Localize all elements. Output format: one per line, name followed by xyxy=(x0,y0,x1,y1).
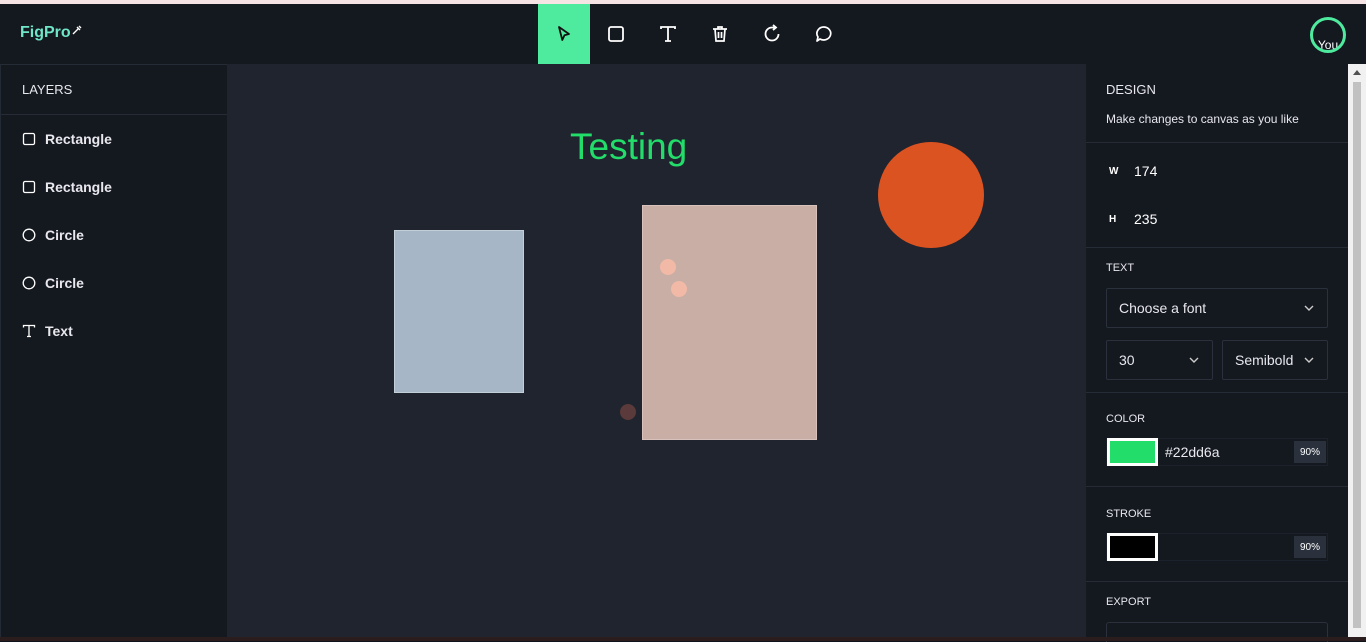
design-canvas[interactable]: Testing xyxy=(227,64,1086,637)
design-title: DESIGN xyxy=(1106,82,1156,97)
width-field[interactable]: W 174 xyxy=(1106,147,1328,195)
font-family-select[interactable]: Choose a font xyxy=(1106,288,1328,328)
stroke-color-field[interactable]: 90% xyxy=(1106,533,1328,561)
chevron-down-icon xyxy=(1304,305,1314,311)
font-family-value: Choose a font xyxy=(1119,300,1207,316)
app-logo[interactable]: FigPro xyxy=(20,24,82,42)
text-section-label: TEXT xyxy=(1106,262,1135,274)
canvas-circle[interactable] xyxy=(878,142,984,248)
stroke-opacity[interactable]: 90% xyxy=(1294,536,1326,558)
smile-emoji-icon xyxy=(620,404,636,420)
scrollbar-thumb[interactable] xyxy=(1353,82,1361,628)
navbar: FigPro You xyxy=(0,4,1366,64)
height-label: H xyxy=(1109,213,1117,225)
circle-icon xyxy=(22,276,36,290)
chevron-down-icon xyxy=(1304,357,1314,363)
fill-opacity[interactable]: 90% xyxy=(1294,441,1326,463)
dimensions-section: W 174 H 235 xyxy=(1086,143,1348,248)
app-logo-text: FigPro xyxy=(20,24,71,41)
pen-nib-icon xyxy=(72,25,82,35)
stroke-section: STROKE 90% xyxy=(1086,487,1348,582)
browser-bottom-strip xyxy=(0,637,1366,641)
layer-item-rectangle[interactable]: Rectangle xyxy=(1,115,227,163)
design-panel: DESIGN Make changes to canvas as you lik… xyxy=(1086,64,1348,642)
chevron-down-icon xyxy=(1189,357,1199,363)
layer-label: Rectangle xyxy=(45,131,112,147)
canvas-rectangle-2[interactable] xyxy=(642,205,817,440)
height-input[interactable]: 235 xyxy=(1134,211,1157,227)
height-field[interactable]: H 235 xyxy=(1106,195,1328,243)
scrollbar[interactable] xyxy=(1348,64,1366,637)
font-weight-select[interactable]: Semibold xyxy=(1222,340,1328,380)
fill-color-field[interactable]: #22dd6a 90% xyxy=(1106,438,1328,466)
heart-eyes-emoji-icon xyxy=(671,281,687,297)
layers-title: LAYERS xyxy=(1,64,227,115)
square-icon xyxy=(22,132,36,146)
layer-item-rectangle[interactable]: Rectangle xyxy=(1,163,227,211)
color-section-label: COLOR xyxy=(1106,413,1146,425)
text-icon xyxy=(660,26,676,42)
heart-eyes-emoji-icon xyxy=(660,259,676,275)
stroke-section-label: STROKE xyxy=(1106,508,1152,520)
export-section-label: EXPORT xyxy=(1106,596,1152,608)
comment-icon xyxy=(816,26,832,42)
cursor-icon xyxy=(558,26,570,41)
design-subtitle: Make changes to canvas as you like xyxy=(1106,112,1299,126)
layer-item-text[interactable]: Text xyxy=(1,307,227,355)
rectangle-tool-button[interactable] xyxy=(590,4,642,64)
text-icon xyxy=(22,324,36,338)
design-header: DESIGN Make changes to canvas as you lik… xyxy=(1086,64,1348,143)
scroll-up-arrow-icon[interactable] xyxy=(1353,70,1361,75)
text-section: TEXT Choose a font 30 Semibold xyxy=(1086,248,1348,393)
layer-item-circle[interactable]: Circle xyxy=(1,211,227,259)
select-tool-button[interactable] xyxy=(538,4,590,64)
width-input[interactable]: 174 xyxy=(1134,163,1157,179)
avatar-label: You xyxy=(1317,38,1339,52)
trash-icon xyxy=(713,26,727,42)
circle-icon xyxy=(22,228,36,242)
layer-label: Circle xyxy=(45,227,84,243)
layer-label: Circle xyxy=(45,275,84,291)
layers-sidebar: LAYERS Rectangle Rectangle Circle Circle… xyxy=(0,64,227,637)
font-size-value: 30 xyxy=(1119,352,1135,368)
square-icon xyxy=(608,26,624,42)
fill-color-swatch[interactable] xyxy=(1107,438,1158,466)
toolbar xyxy=(538,4,850,64)
width-label: W xyxy=(1109,165,1119,177)
reset-tool-button[interactable] xyxy=(746,4,798,64)
comment-tool-button[interactable] xyxy=(798,4,850,64)
text-tool-button[interactable] xyxy=(642,4,694,64)
layer-item-circle[interactable]: Circle xyxy=(1,259,227,307)
font-size-select[interactable]: 30 xyxy=(1106,340,1213,380)
fill-color-hex[interactable]: #22dd6a xyxy=(1158,444,1294,460)
canvas-text-object[interactable]: Testing xyxy=(570,126,687,168)
layer-label: Text xyxy=(45,323,73,339)
export-section: EXPORT xyxy=(1086,582,1348,642)
font-weight-value: Semibold xyxy=(1235,352,1294,368)
color-section: COLOR #22dd6a 90% xyxy=(1086,393,1348,487)
delete-tool-button[interactable] xyxy=(694,4,746,64)
stroke-color-swatch[interactable] xyxy=(1107,533,1158,561)
canvas-rectangle-1[interactable] xyxy=(394,230,524,393)
refresh-icon xyxy=(764,24,780,42)
square-icon xyxy=(22,180,36,194)
user-avatar[interactable]: You xyxy=(1310,17,1346,53)
layer-label: Rectangle xyxy=(45,179,112,195)
